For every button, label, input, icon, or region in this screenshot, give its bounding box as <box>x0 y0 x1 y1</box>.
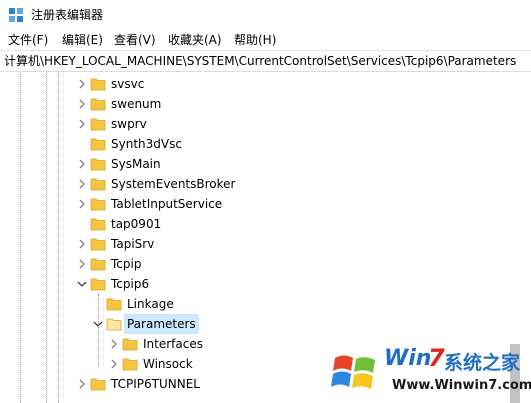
menu-file[interactable]: 文件(F) <box>4 30 52 50</box>
chevron-down-icon[interactable] <box>92 318 104 330</box>
folder-icon <box>90 218 106 231</box>
tree-item-linkage[interactable]: Linkage <box>0 294 500 314</box>
watermark-brand-number: 7 <box>428 344 445 372</box>
address-path[interactable]: 计算机\HKEY_LOCAL_MACHINE\SYSTEM\CurrentCon… <box>4 51 516 71</box>
title-bar: 注册表编辑器 <box>0 0 531 30</box>
watermark-brand-name: 系统之家 <box>444 352 521 374</box>
tree-item-parameters[interactable]: Parameters <box>0 314 500 334</box>
tree-item-svsvc[interactable]: svsvc <box>0 74 500 94</box>
tree-item-label[interactable]: Synth3dVsc <box>108 134 185 154</box>
tree-item-label[interactable]: Interfaces <box>140 334 206 354</box>
folder-icon <box>90 198 106 211</box>
tree-item-label[interactable]: SystemEventsBroker <box>108 174 238 194</box>
chevron-right-icon[interactable] <box>76 258 88 270</box>
chevron-right-icon[interactable] <box>76 158 88 170</box>
menu-edit[interactable]: 编辑(E) <box>58 30 107 50</box>
tree-item-systemeventsbroker[interactable]: SystemEventsBroker <box>0 174 500 194</box>
folder-icon <box>90 238 106 251</box>
folder-icon <box>90 138 106 151</box>
tree-item-label[interactable]: Winsock <box>140 354 196 374</box>
folder-icon <box>90 258 106 271</box>
tree-item-label[interactable]: TapiSrv <box>108 234 157 254</box>
tree-item-tap0901[interactable]: tap0901 <box>0 214 500 234</box>
chevron-right-icon[interactable] <box>76 178 88 190</box>
tree-item-label[interactable]: SysMain <box>108 154 164 174</box>
tree-item-swenum[interactable]: swenum <box>0 94 500 114</box>
chevron-right-icon[interactable] <box>76 118 88 130</box>
chevron-right-icon[interactable] <box>108 358 120 370</box>
regedit-icon <box>9 8 23 22</box>
tree-item-tcpip6[interactable]: Tcpip6 <box>0 274 500 294</box>
chevron-right-icon[interactable] <box>76 238 88 250</box>
windows-flag-icon <box>331 355 375 389</box>
folder-icon <box>90 178 106 191</box>
chevron-right-icon[interactable] <box>108 338 120 350</box>
watermark-logo: Win 7 系统之家 Www.Winwin7.com <box>330 338 531 403</box>
menu-bar: 文件(F) 编辑(E) 查看(V) 收藏夹(A) 帮助(H) <box>0 30 531 50</box>
watermark-url: Www.Winwin7.com <box>392 378 531 393</box>
tree-item-tcpip[interactable]: Tcpip <box>0 254 500 274</box>
tree-item-label[interactable]: Linkage <box>124 294 177 314</box>
chevron-right-icon[interactable] <box>76 378 88 390</box>
tree-item-label[interactable]: Tcpip <box>108 254 144 274</box>
tree-item-label[interactable]: TCPIP6TUNNEL <box>108 374 203 394</box>
watermark-brand-prefix: Win <box>384 346 432 371</box>
chevron-right-icon[interactable] <box>76 78 88 90</box>
folder-icon <box>106 298 122 311</box>
chevron-right-icon[interactable] <box>76 198 88 210</box>
menu-favorites[interactable]: 收藏夹(A) <box>164 30 226 50</box>
folder-icon <box>122 358 138 371</box>
tree-item-tabletinputservice[interactable]: TabletInputService <box>0 194 500 214</box>
menu-view[interactable]: 查看(V) <box>110 30 160 50</box>
tree-item-label[interactable]: svsvc <box>108 74 147 94</box>
folder-icon <box>90 158 106 171</box>
folder-icon <box>122 338 138 351</box>
folder-icon <box>90 98 106 111</box>
window-title: 注册表编辑器 <box>31 8 104 22</box>
tree-item-label[interactable]: swenum <box>108 94 164 114</box>
address-bar[interactable]: 计算机\HKEY_LOCAL_MACHINE\SYSTEM\CurrentCon… <box>0 50 531 72</box>
tree-item-tapisrv[interactable]: TapiSrv <box>0 234 500 254</box>
chevron-right-icon[interactable] <box>76 98 88 110</box>
tree-item-label[interactable]: TabletInputService <box>108 194 225 214</box>
tree-item-swprv[interactable]: swprv <box>0 114 500 134</box>
chevron-down-icon[interactable] <box>76 278 88 290</box>
menu-help[interactable]: 帮助(H) <box>230 30 280 50</box>
folder-icon <box>90 118 106 131</box>
tree-item-label[interactable]: Tcpip6 <box>108 274 152 294</box>
folder-open-icon <box>106 318 122 331</box>
tree-item-label[interactable]: swprv <box>108 114 150 134</box>
folder-open-icon <box>90 278 106 291</box>
tree-item-label[interactable]: tap0901 <box>108 214 164 234</box>
folder-icon <box>90 378 106 391</box>
folder-icon <box>90 78 106 91</box>
tree-item-synth3dvsc[interactable]: Synth3dVsc <box>0 134 500 154</box>
tree-item-sysmain[interactable]: SysMain <box>0 154 500 174</box>
tree-item-label[interactable]: Parameters <box>124 314 199 334</box>
